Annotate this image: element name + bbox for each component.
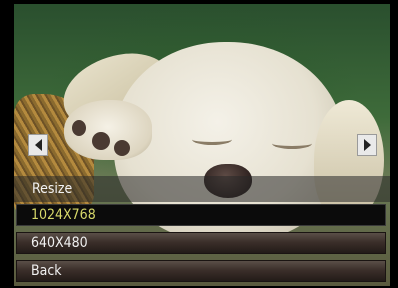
puppy-eye-right bbox=[272, 138, 312, 149]
previous-button[interactable] bbox=[28, 134, 48, 156]
puppy-eye-left bbox=[192, 134, 232, 145]
option-640x480[interactable]: 640X480 bbox=[16, 232, 386, 254]
next-button[interactable] bbox=[357, 134, 377, 156]
paw-toe bbox=[72, 120, 86, 136]
resize-menu: Resize 1024X768 640X480 Back bbox=[14, 176, 390, 286]
option-back[interactable]: Back bbox=[16, 260, 386, 282]
paw-toe bbox=[114, 140, 130, 156]
arrow-right-icon bbox=[363, 139, 371, 151]
arrow-left-icon bbox=[34, 139, 42, 151]
option-1024x768[interactable]: 1024X768 bbox=[16, 204, 386, 226]
menu-title: Resize bbox=[14, 176, 390, 202]
paw-toe bbox=[92, 132, 110, 150]
